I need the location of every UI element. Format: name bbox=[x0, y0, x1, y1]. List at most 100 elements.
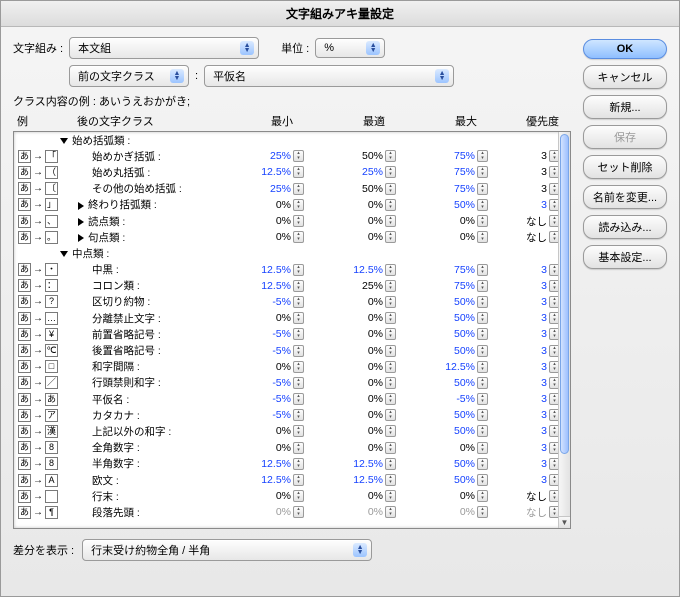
spinner-icon[interactable]: ▴▾ bbox=[293, 458, 304, 470]
spinner-icon[interactable]: ▴▾ bbox=[477, 280, 488, 292]
new-button[interactable]: 新規... bbox=[583, 95, 667, 119]
value-cell[interactable]: 50%▴▾ bbox=[412, 425, 504, 437]
spinner-icon[interactable]: ▴▾ bbox=[293, 393, 304, 405]
spinner-icon[interactable]: ▴▾ bbox=[385, 506, 396, 518]
spinner-icon[interactable]: ▴▾ bbox=[477, 458, 488, 470]
value-cell[interactable]: 12.5%▴▾ bbox=[228, 280, 320, 292]
value-cell[interactable]: 12.5%▴▾ bbox=[228, 166, 320, 178]
spinner-icon[interactable]: ▴▾ bbox=[385, 150, 396, 162]
spinner-icon[interactable]: ▴▾ bbox=[549, 425, 558, 437]
spinner-icon[interactable]: ▴▾ bbox=[549, 458, 558, 470]
spinner-icon[interactable]: ▴▾ bbox=[477, 231, 488, 243]
spinner-icon[interactable]: ▴▾ bbox=[293, 312, 304, 324]
value-cell[interactable]: 75%▴▾ bbox=[412, 183, 504, 195]
spinner-icon[interactable]: ▴▾ bbox=[293, 280, 304, 292]
spinner-icon[interactable]: ▴▾ bbox=[549, 361, 558, 373]
priority-cell[interactable]: なし▴▾ bbox=[504, 230, 558, 245]
load-button[interactable]: 読み込み... bbox=[583, 215, 667, 239]
spinner-icon[interactable]: ▴▾ bbox=[293, 345, 304, 357]
delete-button[interactable]: セット削除 bbox=[583, 155, 667, 179]
spinner-icon[interactable]: ▴▾ bbox=[477, 150, 488, 162]
spinner-icon[interactable]: ▴▾ bbox=[477, 425, 488, 437]
group-label[interactable]: 始め括弧類 : bbox=[60, 133, 228, 148]
spinner-icon[interactable]: ▴▾ bbox=[549, 231, 558, 243]
value-cell[interactable]: 0%▴▾ bbox=[320, 506, 412, 518]
value-cell[interactable]: 0%▴▾ bbox=[320, 328, 412, 340]
value-cell[interactable]: 50%▴▾ bbox=[412, 296, 504, 308]
spinner-icon[interactable]: ▴▾ bbox=[477, 474, 488, 486]
value-cell[interactable]: 50%▴▾ bbox=[412, 199, 504, 211]
priority-cell[interactable]: なし▴▾ bbox=[504, 214, 558, 229]
value-cell[interactable]: -5%▴▾ bbox=[228, 393, 320, 405]
value-cell[interactable]: 12.5%▴▾ bbox=[228, 474, 320, 486]
spinner-icon[interactable]: ▴▾ bbox=[549, 409, 558, 421]
spinner-icon[interactable]: ▴▾ bbox=[385, 361, 396, 373]
priority-cell[interactable]: 3▴▾ bbox=[504, 264, 558, 276]
spinner-icon[interactable]: ▴▾ bbox=[549, 328, 558, 340]
rename-button[interactable]: 名前を変更... bbox=[583, 185, 667, 209]
value-cell[interactable]: 0%▴▾ bbox=[320, 393, 412, 405]
value-cell[interactable]: 0%▴▾ bbox=[320, 312, 412, 324]
cancel-button[interactable]: キャンセル bbox=[583, 65, 667, 89]
spinner-icon[interactable]: ▴▾ bbox=[385, 264, 396, 276]
spinner-icon[interactable]: ▴▾ bbox=[385, 231, 396, 243]
spinner-icon[interactable]: ▴▾ bbox=[385, 199, 396, 211]
spinner-icon[interactable]: ▴▾ bbox=[549, 312, 558, 324]
value-cell[interactable]: -5%▴▾ bbox=[228, 328, 320, 340]
spinner-icon[interactable]: ▴▾ bbox=[293, 150, 304, 162]
priority-cell[interactable]: 3▴▾ bbox=[504, 328, 558, 340]
spinner-icon[interactable]: ▴▾ bbox=[293, 296, 304, 308]
spinner-icon[interactable]: ▴▾ bbox=[293, 166, 304, 178]
priority-cell[interactable]: 3▴▾ bbox=[504, 312, 558, 324]
priority-cell[interactable]: なし▴▾ bbox=[504, 505, 558, 520]
spinner-icon[interactable]: ▴▾ bbox=[549, 490, 558, 502]
disclosure-icon[interactable] bbox=[78, 234, 84, 242]
priority-cell[interactable]: 3▴▾ bbox=[504, 442, 558, 454]
spinner-icon[interactable]: ▴▾ bbox=[293, 425, 304, 437]
value-cell[interactable]: 12.5%▴▾ bbox=[320, 474, 412, 486]
value-cell[interactable]: 0%▴▾ bbox=[228, 442, 320, 454]
value-cell[interactable]: 12.5%▴▾ bbox=[412, 361, 504, 373]
value-cell[interactable]: 75%▴▾ bbox=[412, 280, 504, 292]
value-cell[interactable]: -5%▴▾ bbox=[228, 377, 320, 389]
spinner-icon[interactable]: ▴▾ bbox=[293, 328, 304, 340]
value-cell[interactable]: 0%▴▾ bbox=[228, 490, 320, 502]
spinner-icon[interactable]: ▴▾ bbox=[549, 199, 558, 211]
value-cell[interactable]: 50%▴▾ bbox=[412, 458, 504, 470]
value-cell[interactable]: 50%▴▾ bbox=[412, 474, 504, 486]
spinner-icon[interactable]: ▴▾ bbox=[293, 442, 304, 454]
value-cell[interactable]: 0%▴▾ bbox=[320, 409, 412, 421]
priority-cell[interactable]: 3▴▾ bbox=[504, 361, 558, 373]
priority-cell[interactable]: 3▴▾ bbox=[504, 150, 558, 162]
spinner-icon[interactable]: ▴▾ bbox=[477, 490, 488, 502]
priority-cell[interactable]: 3▴▾ bbox=[504, 377, 558, 389]
spinner-icon[interactable]: ▴▾ bbox=[293, 377, 304, 389]
spinner-icon[interactable]: ▴▾ bbox=[549, 264, 558, 276]
spinner-icon[interactable]: ▴▾ bbox=[385, 377, 396, 389]
spinner-icon[interactable]: ▴▾ bbox=[549, 393, 558, 405]
group-label[interactable]: 中点類 : bbox=[60, 246, 228, 261]
spinner-icon[interactable]: ▴▾ bbox=[385, 215, 396, 227]
value-cell[interactable]: 12.5%▴▾ bbox=[228, 458, 320, 470]
spinner-icon[interactable]: ▴▾ bbox=[385, 183, 396, 195]
spinner-icon[interactable]: ▴▾ bbox=[477, 312, 488, 324]
scroll-down-icon[interactable]: ▼ bbox=[559, 516, 570, 528]
value-cell[interactable]: 0%▴▾ bbox=[320, 442, 412, 454]
class-select[interactable]: 平仮名 ▲▼ bbox=[204, 65, 454, 87]
spinner-icon[interactable]: ▴▾ bbox=[385, 490, 396, 502]
spinner-icon[interactable]: ▴▾ bbox=[477, 328, 488, 340]
priority-cell[interactable]: なし▴▾ bbox=[504, 489, 558, 504]
spinner-icon[interactable]: ▴▾ bbox=[477, 215, 488, 227]
value-cell[interactable]: -5%▴▾ bbox=[412, 393, 504, 405]
priority-cell[interactable]: 3▴▾ bbox=[504, 345, 558, 357]
spinner-icon[interactable]: ▴▾ bbox=[477, 442, 488, 454]
scrollbar[interactable]: ▼ bbox=[558, 132, 570, 528]
value-cell[interactable]: 0%▴▾ bbox=[320, 215, 412, 227]
spinner-icon[interactable]: ▴▾ bbox=[477, 264, 488, 276]
priority-cell[interactable]: 3▴▾ bbox=[504, 409, 558, 421]
value-cell[interactable]: 50%▴▾ bbox=[320, 183, 412, 195]
spinner-icon[interactable]: ▴▾ bbox=[385, 280, 396, 292]
value-cell[interactable]: 0%▴▾ bbox=[412, 231, 504, 243]
value-cell[interactable]: 0%▴▾ bbox=[320, 296, 412, 308]
diff-select[interactable]: 行末受け約物全角 / 半角 ▲▼ bbox=[82, 539, 372, 561]
